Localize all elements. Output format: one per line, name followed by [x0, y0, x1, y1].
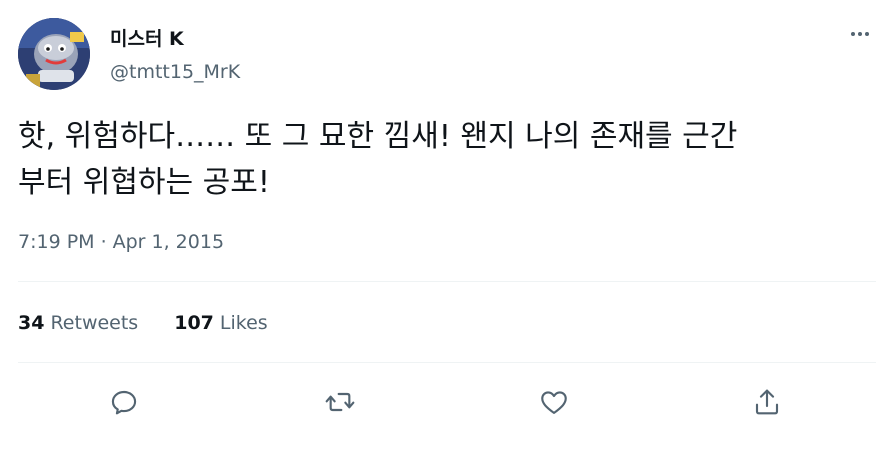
- share-button[interactable]: [745, 380, 789, 424]
- tweet-meta: 7:19 PM · Apr 1, 2015: [18, 230, 224, 254]
- display-name[interactable]: 미스터 K: [110, 27, 184, 51]
- divider: [18, 362, 876, 363]
- retweet-button[interactable]: [318, 380, 362, 424]
- more-horizontal-icon: [851, 32, 869, 36]
- retweet-icon: [325, 392, 355, 412]
- tweet-date[interactable]: Apr 1, 2015: [113, 230, 224, 254]
- tweet-time[interactable]: 7:19 PM: [18, 230, 95, 254]
- share-icon: [755, 389, 779, 415]
- user-handle[interactable]: @tmtt15_MrK: [110, 60, 240, 84]
- more-options-button[interactable]: [843, 20, 877, 48]
- meta-separator: ·: [100, 231, 107, 253]
- retweets-label: Retweets: [50, 312, 139, 334]
- tweet-text: 핫, 위험하다…… 또 그 묘한 낌새! 왠지 나의 존재를 근간 부터 위협하…: [18, 119, 738, 200]
- retweets-stat[interactable]: 34 Retweets: [18, 311, 138, 335]
- reply-button[interactable]: [102, 380, 146, 424]
- likes-count: 107: [174, 312, 214, 334]
- reply-icon: [111, 390, 137, 415]
- action-bar: [0, 380, 894, 424]
- tweet-stats: 34 Retweets 107 Likes: [18, 311, 268, 335]
- divider: [18, 281, 876, 282]
- like-button[interactable]: [532, 380, 576, 424]
- retweets-count: 34: [18, 312, 45, 334]
- tweet-card: 미스터 K @tmtt15_MrK 핫, 위험하다…… 또 그 묘한 낌새! 왠…: [0, 0, 894, 454]
- likes-stat[interactable]: 107 Likes: [174, 311, 267, 335]
- avatar[interactable]: [18, 18, 90, 90]
- likes-label: Likes: [219, 312, 268, 334]
- heart-icon: [541, 391, 567, 414]
- avatar-image: [18, 18, 90, 90]
